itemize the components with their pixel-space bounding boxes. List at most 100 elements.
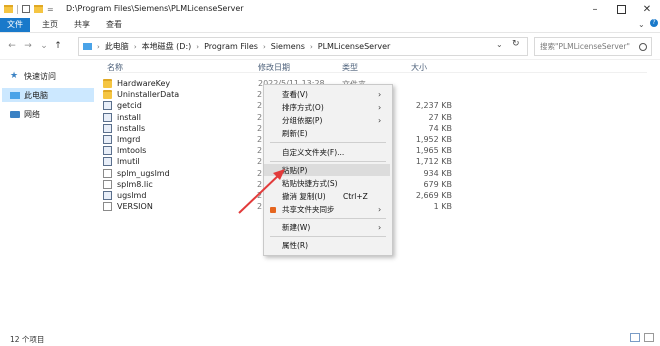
menu-item-group[interactable]: 分组依据(P): [282, 115, 322, 126]
help-icon[interactable]: ?: [650, 19, 658, 27]
table-row[interactable]: getcid: [103, 100, 142, 111]
computer-icon: [83, 43, 92, 50]
chevron-right-icon: ›: [196, 42, 200, 51]
menu-divider: [270, 161, 386, 162]
file-name: UninstallerData: [117, 90, 180, 100]
sidebar-item-label: 网络: [24, 109, 40, 119]
breadcrumb-plmlicenseserver[interactable]: PLMLicenseServer: [318, 42, 391, 51]
folder-icon: [4, 5, 13, 13]
table-row[interactable]: lmgrd: [103, 134, 140, 145]
star-icon: ★: [10, 70, 19, 81]
table-row[interactable]: splm_ugslmd: [103, 168, 170, 179]
search-icon: [639, 42, 647, 51]
tab-home[interactable]: 主页: [42, 18, 58, 32]
breadcrumb-this-pc[interactable]: 此电脑: [105, 41, 129, 52]
recent-chevron-icon[interactable]: ⌄: [38, 40, 50, 52]
tab-file[interactable]: 文件: [0, 18, 30, 32]
chevron-right-icon: ›: [97, 42, 100, 51]
chevron-right-icon: ›: [262, 42, 266, 51]
file-name: lmutil: [117, 157, 140, 167]
menu-item-sort[interactable]: 排序方式(O): [282, 102, 324, 113]
date-fragment: 2: [257, 90, 263, 100]
table-row[interactable]: splm8.lic: [103, 179, 153, 190]
table-row[interactable]: lmtools: [103, 145, 146, 156]
chevron-right-icon: ›: [378, 223, 382, 232]
annotation-arrow: [238, 169, 285, 214]
table-row[interactable]: HardwareKey: [103, 78, 170, 89]
file-size: 74 KB: [428, 123, 452, 133]
forward-arrow-icon[interactable]: →: [22, 40, 34, 52]
file-size: 1,712 KB: [415, 157, 452, 167]
date-fragment: 2: [257, 135, 263, 144]
table-row[interactable]: installs: [103, 123, 145, 134]
search-input[interactable]: 搜索"PLMLicenseServer": [534, 37, 652, 56]
address-bar[interactable]: › 此电脑 › 本地磁盘 (D:) › Program Files › Siem…: [78, 37, 528, 56]
file-icon: [103, 202, 112, 212]
ribbon-bar: [0, 18, 660, 33]
quick-access-divider[interactable]: =: [47, 5, 54, 14]
application-icon: [103, 157, 112, 167]
tab-view[interactable]: 查看: [106, 18, 122, 32]
file-name: splm8.lic: [117, 179, 153, 189]
application-icon: [103, 112, 112, 122]
up-arrow-icon[interactable]: ↑: [52, 40, 64, 52]
sidebar-item-label: 快速访问: [24, 71, 56, 81]
menu-item-refresh[interactable]: 刷新(E): [282, 128, 308, 139]
details-view-icon[interactable]: [630, 333, 640, 342]
breadcrumb-drive-d[interactable]: 本地磁盘 (D:): [142, 41, 192, 52]
chevron-right-icon: ›: [378, 103, 382, 112]
chevron-right-icon: ›: [309, 42, 313, 51]
breadcrumb-program-files[interactable]: Program Files: [204, 42, 258, 51]
file-size: 934 KB: [423, 168, 452, 178]
file-name: VERSION: [117, 202, 153, 212]
computer-icon: [10, 91, 20, 99]
chevron-right-icon: ›: [378, 90, 382, 99]
application-icon: [103, 101, 112, 111]
chevron-right-icon: ›: [133, 42, 137, 51]
sidebar-item-label: 此电脑: [24, 90, 48, 100]
file-size: 1,965 KB: [415, 146, 452, 156]
search-placeholder: 搜索"PLMLicenseServer": [540, 42, 630, 51]
application-icon: [103, 191, 112, 200]
application-icon: [103, 135, 112, 144]
menu-item-properties[interactable]: 属性(R): [282, 240, 308, 251]
table-row[interactable]: install: [103, 112, 141, 123]
sidebar-item-network[interactable]: 网络: [10, 107, 40, 121]
file-size: 679 KB: [423, 179, 452, 189]
network-icon: [10, 110, 20, 118]
close-icon[interactable]: ✕: [634, 0, 660, 18]
table-row[interactable]: ugslmd: [103, 190, 146, 201]
table-row[interactable]: VERSION: [103, 201, 153, 212]
menu-item-customize-folder[interactable]: 自定义文件夹(F)...: [282, 147, 344, 158]
sidebar-item-this-pc[interactable]: 此电脑: [2, 88, 94, 102]
folder-icon[interactable]: [34, 5, 43, 13]
back-arrow-icon[interactable]: ←: [6, 40, 18, 52]
expand-ribbon-icon[interactable]: ⌄: [638, 20, 645, 29]
window-title: D:\Program Files\Siemens\PLMLicenseServe…: [66, 4, 244, 13]
file-icon: [103, 168, 112, 178]
table-row[interactable]: lmutil: [103, 156, 140, 167]
tab-share[interactable]: 共享: [74, 18, 90, 32]
table-row[interactable]: UninstallerData: [103, 89, 179, 100]
checkbox-icon[interactable]: [22, 5, 30, 13]
file-name: installs: [117, 123, 146, 133]
date-fragment: 2: [257, 112, 263, 122]
application-icon: [103, 146, 112, 156]
sidebar-item-quick-access[interactable]: ★ 快速访问: [10, 69, 56, 83]
menu-item-view[interactable]: 查看(V): [282, 89, 308, 100]
file-icon: [103, 179, 112, 189]
folder-icon: [103, 90, 112, 100]
address-dropdown-icon[interactable]: ⌄: [496, 40, 503, 49]
header-divider: [107, 72, 647, 73]
minimize-icon[interactable]: –: [582, 0, 608, 18]
breadcrumb-siemens[interactable]: Siemens: [271, 42, 305, 51]
file-name: lmgrd: [117, 135, 141, 144]
maximize-icon[interactable]: [608, 0, 634, 18]
file-size: 2,237 KB: [415, 101, 452, 111]
refresh-icon[interactable]: ↻: [512, 39, 520, 49]
file-name: install: [117, 112, 141, 122]
large-icons-view-icon[interactable]: [644, 333, 654, 342]
status-item-count: 12 个项目: [10, 335, 45, 344]
file-name: HardwareKey: [117, 79, 171, 88]
menu-divider: [270, 142, 386, 143]
